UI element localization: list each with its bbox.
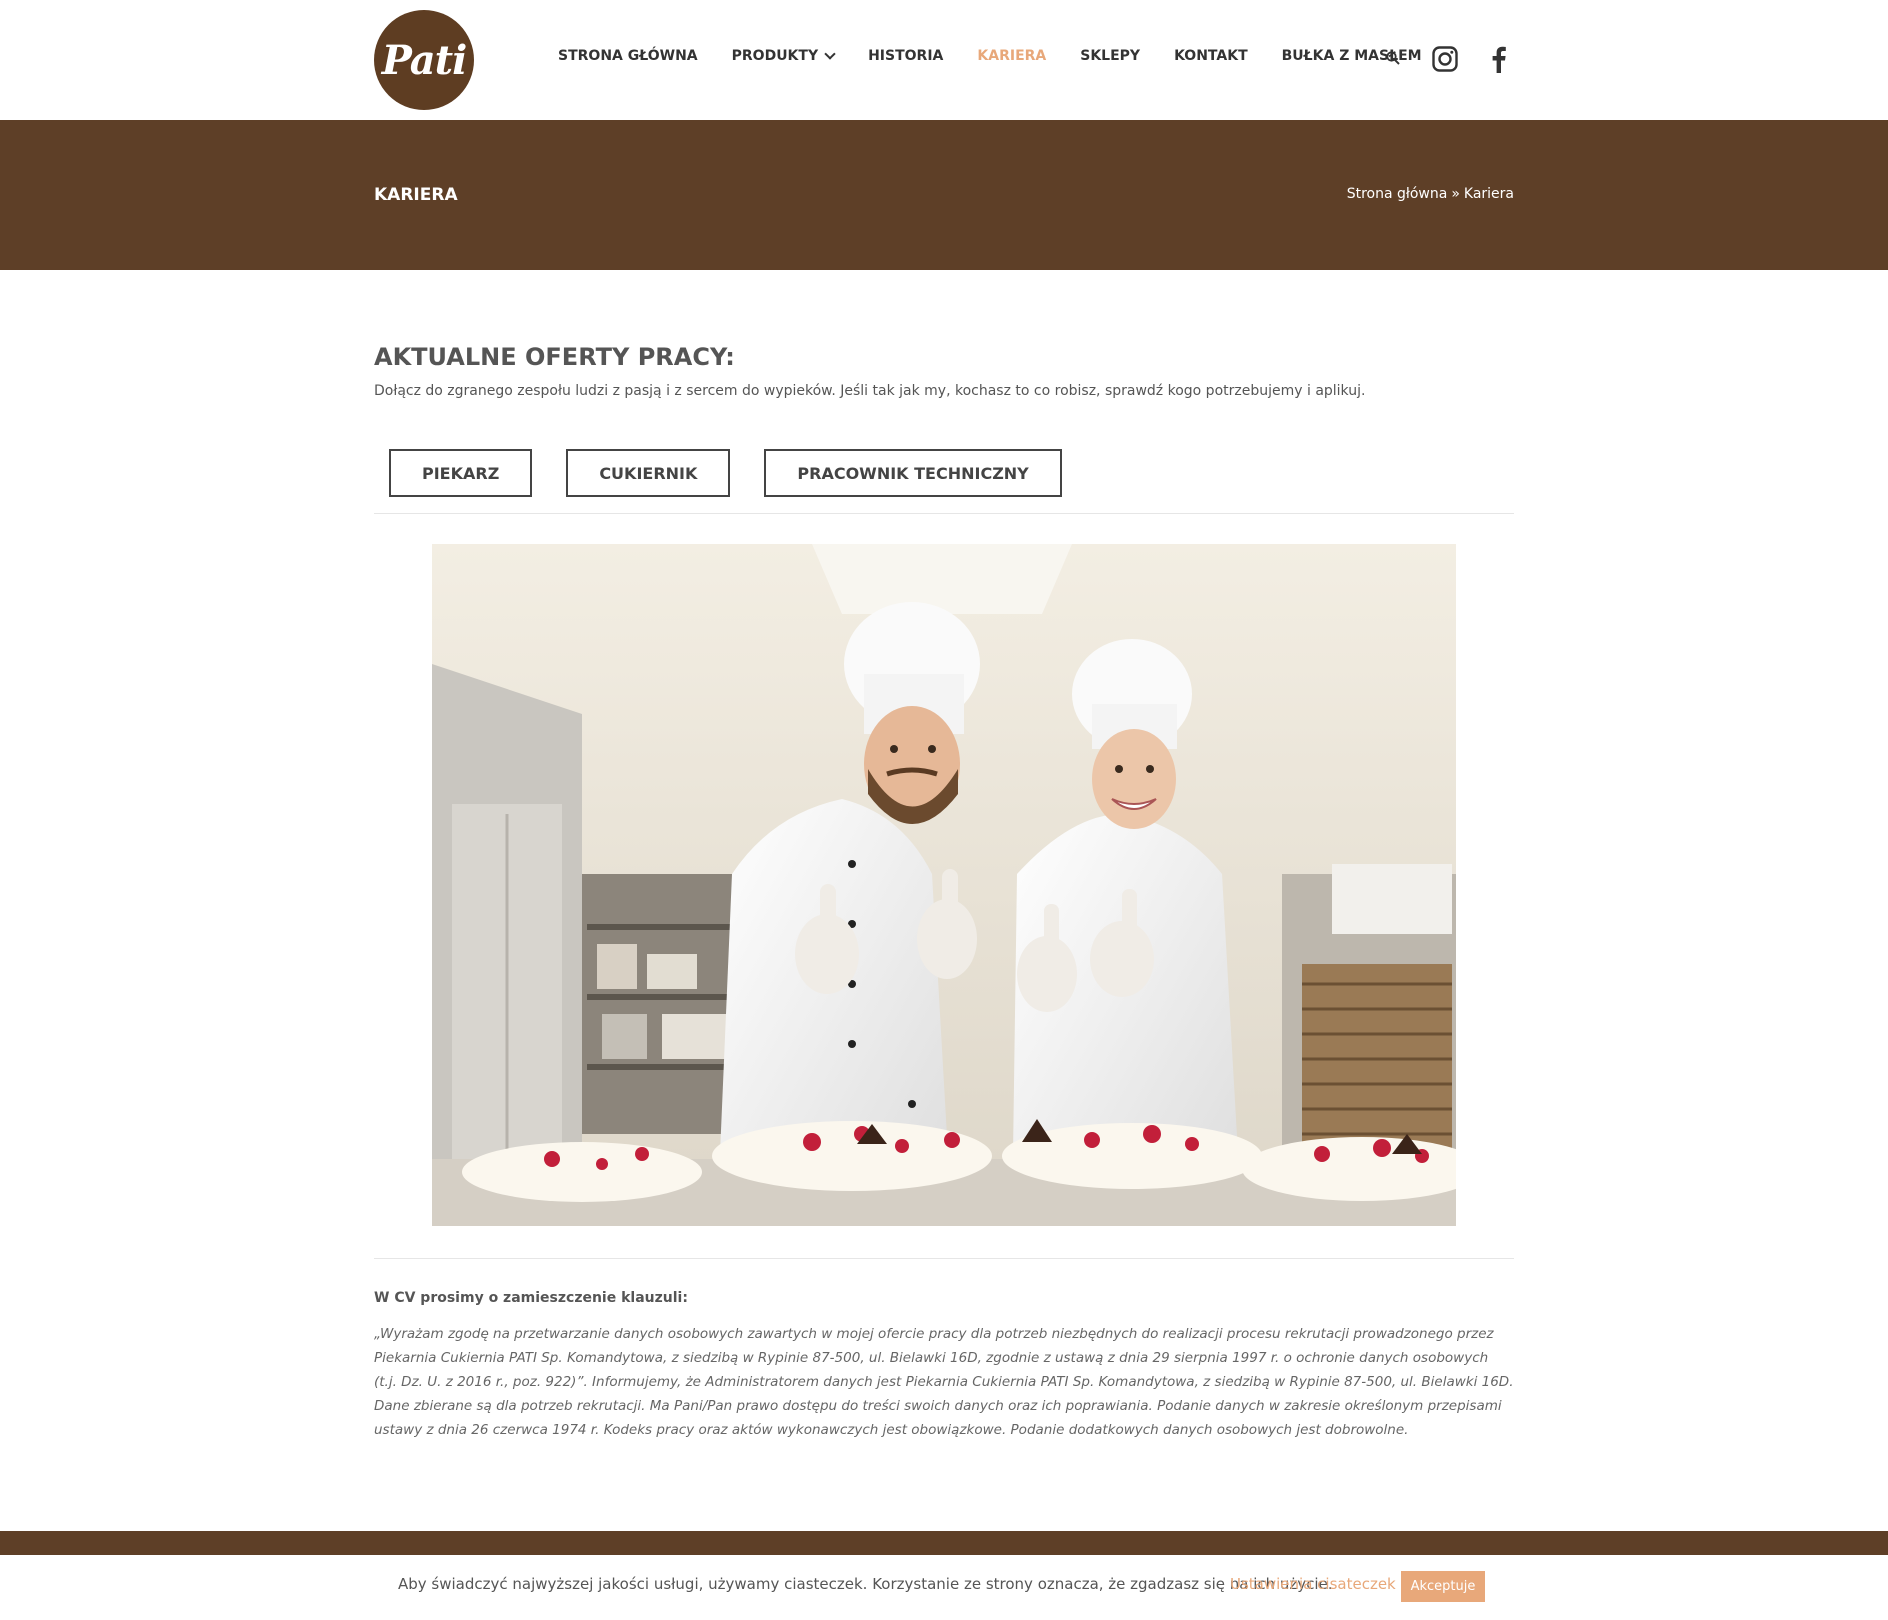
nav-item-shops[interactable]: SKLEPY bbox=[1080, 48, 1140, 64]
nav-item-products[interactable]: PRODUKTY bbox=[731, 48, 836, 64]
cookie-accept-button[interactable]: Akceptuje bbox=[1401, 1571, 1485, 1602]
divider bbox=[374, 513, 1514, 514]
facebook-icon[interactable] bbox=[1488, 45, 1508, 73]
nav-item-home[interactable]: STRONA GŁÓWNA bbox=[558, 48, 698, 64]
tab-technical-worker[interactable]: PRACOWNIK TECHNICZNY bbox=[764, 449, 1062, 497]
site-header: Pati STRONA GŁÓWNA PRODUKTY HISTORIA KAR… bbox=[0, 0, 1888, 120]
nav-item-butter-roll[interactable]: BUŁKA Z MASŁEM bbox=[1282, 48, 1422, 64]
nav-item-history[interactable]: HISTORIA bbox=[868, 48, 943, 64]
chevron-down-icon bbox=[824, 48, 836, 60]
footer bbox=[0, 1531, 1888, 1555]
divider bbox=[374, 1258, 1514, 1259]
job-tabs: PIEKARZ CUKIERNIK PRACOWNIK TECHNICZNY bbox=[389, 449, 1062, 497]
job-offers-heading: AKTUALNE OFERTY PRACY: bbox=[374, 343, 735, 371]
main-nav: STRONA GŁÓWNA PRODUKTY HISTORIA KARIERA … bbox=[558, 48, 1456, 64]
cookie-text: Aby świadczyć najwyższej jakości usługi,… bbox=[398, 1575, 1333, 1593]
logo[interactable]: Pati bbox=[374, 10, 474, 110]
cookie-settings-link[interactable]: Ustawienia cisateczek bbox=[1230, 1575, 1396, 1593]
job-offers-intro: Dołącz do zgranego zespołu ludzi z pasją… bbox=[374, 383, 1366, 399]
nav-item-products-label: PRODUKTY bbox=[731, 48, 819, 64]
page-title-bar: KARIERA Strona główna » Kariera bbox=[0, 120, 1888, 270]
breadcrumb-home[interactable]: Strona główna bbox=[1347, 186, 1448, 202]
nav-item-career[interactable]: KARIERA bbox=[977, 48, 1046, 64]
logo-text: Pati bbox=[381, 36, 468, 84]
nav-item-contact[interactable]: KONTAKT bbox=[1174, 48, 1248, 64]
breadcrumb-separator: » bbox=[1451, 186, 1460, 202]
page-title: KARIERA bbox=[374, 185, 458, 205]
cookie-banner: Aby świadczyć najwyższej jakości usługi,… bbox=[0, 1555, 1888, 1620]
instagram-icon[interactable] bbox=[1432, 46, 1458, 72]
cv-clause-heading: W CV prosimy o zamieszczenie klauzuli: bbox=[374, 1290, 688, 1306]
search-icon[interactable] bbox=[1386, 51, 1400, 65]
bakers-illustration bbox=[432, 544, 1456, 1226]
cv-clause-text: „Wyrażam zgodę na przetwarzanie danych o… bbox=[374, 1326, 1514, 1438]
tab-baker[interactable]: PIEKARZ bbox=[389, 449, 533, 497]
tab-confectioner[interactable]: CUKIERNIK bbox=[566, 449, 731, 497]
breadcrumb-current: Kariera bbox=[1463, 186, 1514, 202]
bakers-photo bbox=[432, 544, 1456, 1226]
breadcrumb: Strona główna » Kariera bbox=[1347, 186, 1514, 202]
